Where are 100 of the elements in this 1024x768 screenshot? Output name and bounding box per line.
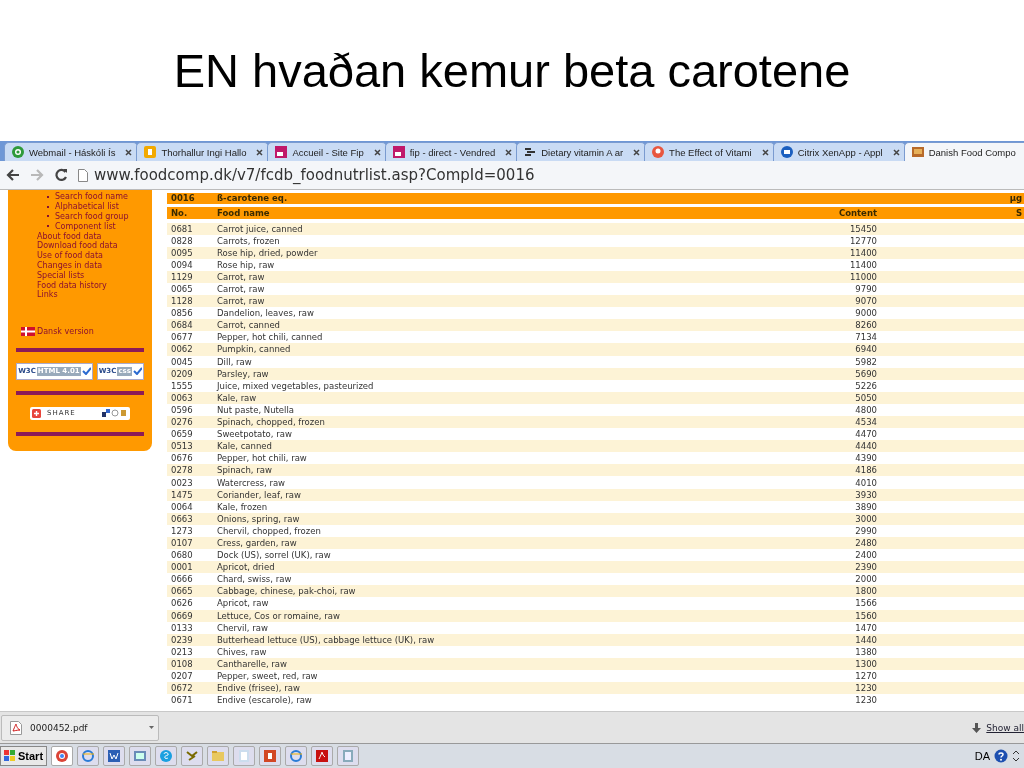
close-icon[interactable]: [892, 148, 900, 156]
taskbar-app-icon[interactable]: [181, 746, 204, 766]
food-name-link[interactable]: Carrot, raw: [213, 296, 757, 307]
food-name-link[interactable]: Watercress, raw: [213, 477, 757, 488]
content-value: 11400: [848, 247, 877, 258]
taskbar-app-icon[interactable]: [77, 746, 100, 766]
sidebar-link[interactable]: Component list: [55, 221, 116, 231]
food-name-link[interactable]: Apricot, raw: [213, 598, 757, 609]
food-name-link[interactable]: Dock (US), sorrel (UK), raw: [213, 550, 757, 561]
content-value: 1470: [854, 622, 877, 633]
food-name-link[interactable]: Carrots, frozen: [213, 235, 757, 246]
sidebar-link[interactable]: Changes in data: [37, 260, 103, 270]
food-name-link[interactable]: Pepper, hot chili, raw: [213, 453, 757, 464]
food-number: 0626: [170, 598, 194, 609]
taskbar-app-icon[interactable]: [311, 746, 334, 766]
food-name-link[interactable]: Spinach, chopped, frozen: [213, 417, 757, 428]
favicon-icon: [910, 145, 925, 160]
food-number: 0681: [170, 223, 194, 234]
food-name-link[interactable]: Carrot, canned: [213, 320, 757, 331]
reload-icon[interactable]: [54, 168, 68, 183]
food-name-link[interactable]: Pepper, hot chili, canned: [213, 332, 757, 343]
taskbar-app-icon[interactable]: [285, 746, 308, 766]
taskbar-app-icon[interactable]: [103, 746, 126, 766]
sidebar-link[interactable]: About food data: [37, 231, 102, 241]
taskbar-app-icon[interactable]: [51, 746, 74, 766]
food-name-link[interactable]: Pepper, sweet, red, raw: [213, 671, 757, 681]
food-name-link[interactable]: Rose hip, raw: [213, 259, 757, 270]
browser-tab[interactable]: The Effect of Vitami: [644, 142, 775, 162]
food-name-link[interactable]: Endive (escarole), raw: [213, 695, 757, 706]
component-number: 0016: [170, 193, 196, 204]
close-icon[interactable]: [125, 148, 133, 156]
sidebar-link[interactable]: Links: [37, 290, 58, 300]
tray-arrow-icon[interactable]: [1012, 749, 1020, 763]
sidebar-link[interactable]: Special lists: [37, 270, 85, 280]
food-number: 0107: [170, 538, 194, 548]
taskbar-app-icon[interactable]: [259, 746, 282, 766]
browser-tab[interactable]: fip - direct - Vendred: [384, 142, 519, 162]
food-name-link[interactable]: Nut paste, Nutella: [213, 404, 757, 415]
food-name-link[interactable]: Chervil, chopped, frozen: [213, 525, 757, 536]
column-header: S: [1014, 207, 1023, 218]
food-name-link[interactable]: Cantharelle, raw: [213, 658, 757, 669]
food-name-link[interactable]: Butterhead lettuce (US), cabbage lettuce (UK), raw: [213, 634, 757, 645]
food-name-link[interactable]: Lettuce, Cos or romaine, raw: [213, 610, 757, 621]
food-number: 0064: [170, 501, 194, 512]
browser-tab[interactable]: Citrix XenApp - Appl: [772, 142, 906, 162]
food-number: 0666: [170, 574, 194, 585]
browser-tab[interactable]: Webmail - Háskóli Ís: [4, 142, 139, 162]
language-indicator[interactable]: DA: [974, 750, 990, 762]
sidebar-link[interactable]: Alphabetical list: [55, 202, 119, 212]
sidebar-link[interactable]: Download food data: [37, 241, 118, 251]
language-link[interactable]: Dansk version: [37, 326, 94, 336]
food-name-link[interactable]: Parsley, raw: [213, 368, 757, 379]
close-icon[interactable]: [633, 148, 641, 156]
food-name-link[interactable]: Carrot juice, canned: [213, 223, 757, 234]
browser-tab[interactable]: Danish Food Compo: [903, 142, 1024, 162]
food-name-link[interactable]: Endive (frisee), raw: [213, 683, 757, 694]
service-icons: [102, 409, 128, 418]
food-name-link[interactable]: Onions, spring, raw: [213, 513, 757, 524]
column-header: No.: [170, 207, 189, 218]
food-name-link[interactable]: Carrot, raw: [213, 284, 757, 294]
browser-tab[interactable]: Dietary vitamin A ar: [516, 142, 647, 162]
food-name-link[interactable]: Chervil, raw: [213, 622, 757, 633]
food-name-link[interactable]: Kale, raw: [213, 392, 757, 403]
close-icon[interactable]: [256, 148, 264, 156]
taskbar-app-icon[interactable]: [129, 746, 152, 766]
food-name-link[interactable]: Kale, canned: [213, 441, 757, 452]
sidebar-link[interactable]: Food data history: [37, 280, 107, 290]
back-icon[interactable]: [6, 169, 20, 182]
sidebar-link[interactable]: Search food name: [55, 192, 128, 202]
content-value: 1800: [854, 586, 877, 597]
food-name-link[interactable]: Rose hip, dried, powder: [213, 247, 757, 258]
content-value: 7134: [854, 332, 877, 343]
food-name-link[interactable]: Juice, mixed vegetables, pasteurized: [213, 380, 757, 391]
close-icon[interactable]: [761, 148, 769, 156]
show-all-link[interactable]: Show all: [986, 722, 1024, 733]
food-number: 0596: [170, 404, 194, 415]
content-value: 15450: [848, 223, 877, 234]
browser-tab[interactable]: Accueil - Site Fip: [267, 142, 387, 162]
start-button[interactable]: Start: [0, 746, 48, 766]
food-name-link[interactable]: Spinach, raw: [213, 465, 757, 476]
sidebar-link[interactable]: Search food group: [55, 212, 129, 221]
close-icon[interactable]: [373, 148, 381, 156]
food-name-link[interactable]: Dandelion, leaves, raw: [213, 308, 757, 319]
food-name-link[interactable]: Carrot, raw: [213, 271, 757, 282]
browser-tab[interactable]: Thorhallur Ingi Hallo: [136, 142, 270, 162]
food-name-link[interactable]: Coriander, leaf, raw: [213, 489, 757, 500]
food-name-link[interactable]: Pumpkin, canned: [213, 344, 757, 355]
food-name-link[interactable]: Dill, raw: [213, 356, 757, 367]
food-name-link[interactable]: Chives, raw: [213, 646, 757, 657]
food-name-link[interactable]: Sweetpotato, raw: [213, 429, 757, 440]
download-item[interactable]: 0000452.pdf: [1, 714, 159, 741]
food-name-link[interactable]: Cabbage, chinese, pak-choi, raw: [213, 586, 757, 597]
close-icon[interactable]: [505, 148, 513, 156]
food-name-link[interactable]: Kale, frozen: [213, 501, 757, 512]
content-value: 3890: [854, 501, 877, 512]
food-name-link[interactable]: Apricot, dried: [213, 562, 757, 573]
sidebar-link[interactable]: Use of food data: [37, 251, 103, 261]
food-name-link[interactable]: Chard, swiss, raw: [213, 574, 757, 585]
help-icon[interactable]: [994, 749, 1008, 763]
food-name-link[interactable]: Cress, garden, raw: [213, 538, 757, 548]
